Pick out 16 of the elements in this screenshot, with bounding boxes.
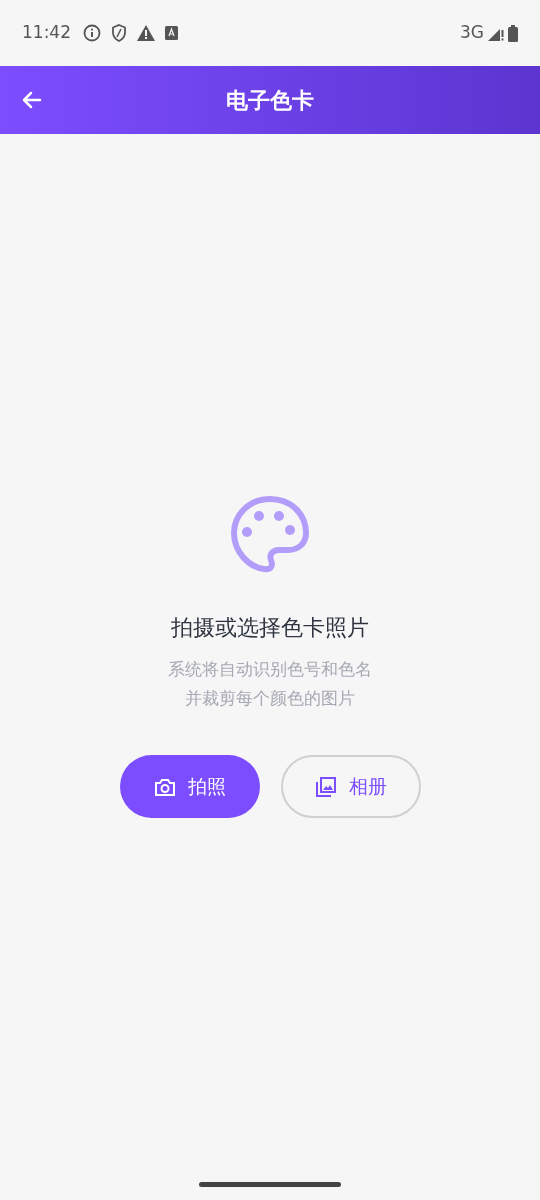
status-time: 11:42 bbox=[22, 21, 71, 45]
battery-icon bbox=[508, 24, 518, 42]
keyboard-icon bbox=[165, 26, 178, 40]
warning-icon bbox=[137, 25, 155, 41]
gallery-icon bbox=[314, 775, 337, 798]
network-type: 3G bbox=[460, 21, 484, 45]
description-text: 系统将自动识别色号和色名 bbox=[168, 658, 372, 681]
camera-button[interactable]: 拍照 bbox=[119, 755, 260, 818]
screen-title: 电子色卡 bbox=[226, 86, 314, 115]
album-button[interactable]: 相册 bbox=[280, 755, 421, 818]
shield-icon bbox=[111, 24, 127, 42]
palette-icon bbox=[230, 495, 310, 575]
camera-icon bbox=[153, 776, 176, 797]
description-text: 并裁剪每个颜色的图片 bbox=[185, 687, 355, 710]
empty-title: 拍摄或选择色卡照片 bbox=[171, 614, 369, 642]
info-icon bbox=[83, 24, 101, 42]
